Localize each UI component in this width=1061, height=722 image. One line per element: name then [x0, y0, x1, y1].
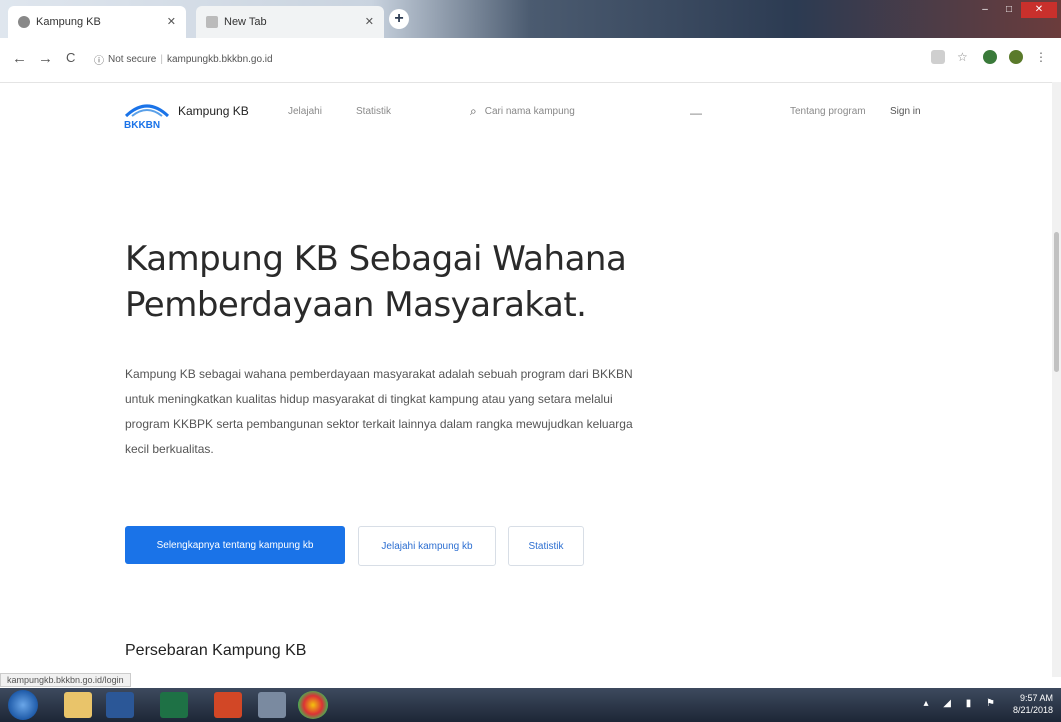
hero-title: Kampung KB Sebagai Wahana Pemberdayaan M… [125, 239, 627, 325]
back-button[interactable]: ← [12, 50, 27, 67]
minimize-button[interactable]: – [973, 2, 997, 18]
search-divider: — [690, 106, 702, 120]
clock-date: 8/21/2018 [1012, 705, 1053, 715]
menu-icon[interactable]: ⋮ [1035, 50, 1049, 64]
hero-description: Kampung KB sebagai wahana pemberdayaan m… [125, 367, 633, 456]
clock-time: 9:57 AM [1019, 693, 1053, 703]
forward-button[interactable]: → [38, 50, 53, 67]
globe-icon [18, 16, 30, 28]
close-icon[interactable]: ✕ [167, 15, 176, 28]
explore-button[interactable]: Jelajahi kampung kb [358, 526, 496, 566]
site-header: BKKBN Kampung KB Jelajahi Statistik ⌕ Ca… [0, 82, 1061, 142]
maximize-button[interactable]: □ [997, 2, 1021, 18]
section-title: Persebaran Kampung KB [125, 642, 307, 659]
browser-toolbar: ← → C ⓘ Not secure | kampungkb.bkkbn.go.… [0, 38, 1061, 83]
folder-icon[interactable] [64, 692, 92, 718]
link-tentang-program[interactable]: Tentang program [790, 106, 866, 117]
star-icon[interactable]: ☆ [957, 50, 971, 64]
browser-titlebar: Kampung KB ✕ New Tab ✕ + – □ ✕ [0, 0, 1061, 38]
system-tray-icons[interactable]: ▴ ◢ ▮ ⚑ [923, 698, 1001, 709]
info-icon[interactable]: ⓘ [94, 52, 104, 67]
tab-title: Kampung KB [36, 16, 101, 28]
search-input[interactable]: Cari nama kampung [485, 106, 575, 117]
address-bar[interactable]: ⓘ Not secure | kampungkb.bkkbn.go.id [94, 48, 914, 70]
search-icon: ⌕ [470, 103, 477, 118]
extension-icon[interactable] [983, 50, 997, 64]
close-icon[interactable]: ✕ [365, 15, 374, 28]
statistics-button[interactable]: Statistik [508, 526, 584, 566]
learn-more-button[interactable]: Selengkapnya tentang kampung kb [125, 526, 345, 564]
excel-icon[interactable] [160, 692, 188, 718]
extensions-bar: ☆ ⋮ [931, 50, 1049, 64]
window-close-button[interactable]: ✕ [1021, 2, 1057, 18]
nav-jelajahi[interactable]: Jelajahi [288, 106, 322, 117]
status-bar: kampungkb.bkkbn.go.id/login [0, 673, 131, 687]
os-taskbar: ▴ ◢ ▮ ⚑ 9:57 AM 8/21/2018 [0, 688, 1061, 722]
chrome-icon[interactable] [298, 691, 328, 719]
scrollbar-thumb[interactable] [1054, 232, 1059, 372]
tab-kampung-kb[interactable]: Kampung KB ✕ [8, 6, 186, 38]
window-controls: – □ ✕ [973, 2, 1057, 18]
download-icon[interactable] [931, 50, 945, 64]
tab-title: New Tab [224, 16, 267, 28]
page-scrollbar[interactable] [1052, 82, 1061, 677]
bkkbn-logo[interactable]: BKKBN [122, 96, 172, 130]
clock[interactable]: 9:57 AM 8/21/2018 [1013, 692, 1053, 716]
reload-button[interactable]: C [66, 50, 75, 65]
svg-text:BKKBN: BKKBN [124, 120, 160, 130]
new-tab-button[interactable]: + [389, 9, 409, 29]
app-icon[interactable] [258, 692, 286, 718]
brand-name[interactable]: Kampung KB [178, 104, 249, 118]
security-label: Not secure [108, 53, 157, 65]
page-icon [206, 16, 218, 28]
url-text: kampungkb.bkkbn.go.id [166, 53, 273, 65]
tab-new-tab[interactable]: New Tab ✕ [196, 6, 384, 38]
start-button[interactable] [8, 690, 38, 720]
search-box[interactable]: ⌕ Cari nama kampung [470, 96, 690, 126]
word-icon[interactable] [106, 692, 134, 718]
powerpoint-icon[interactable] [214, 692, 242, 718]
sign-in-link[interactable]: Sign in [890, 106, 921, 117]
profile-icon[interactable] [1009, 50, 1023, 64]
nav-statistik[interactable]: Statistik [356, 106, 391, 117]
